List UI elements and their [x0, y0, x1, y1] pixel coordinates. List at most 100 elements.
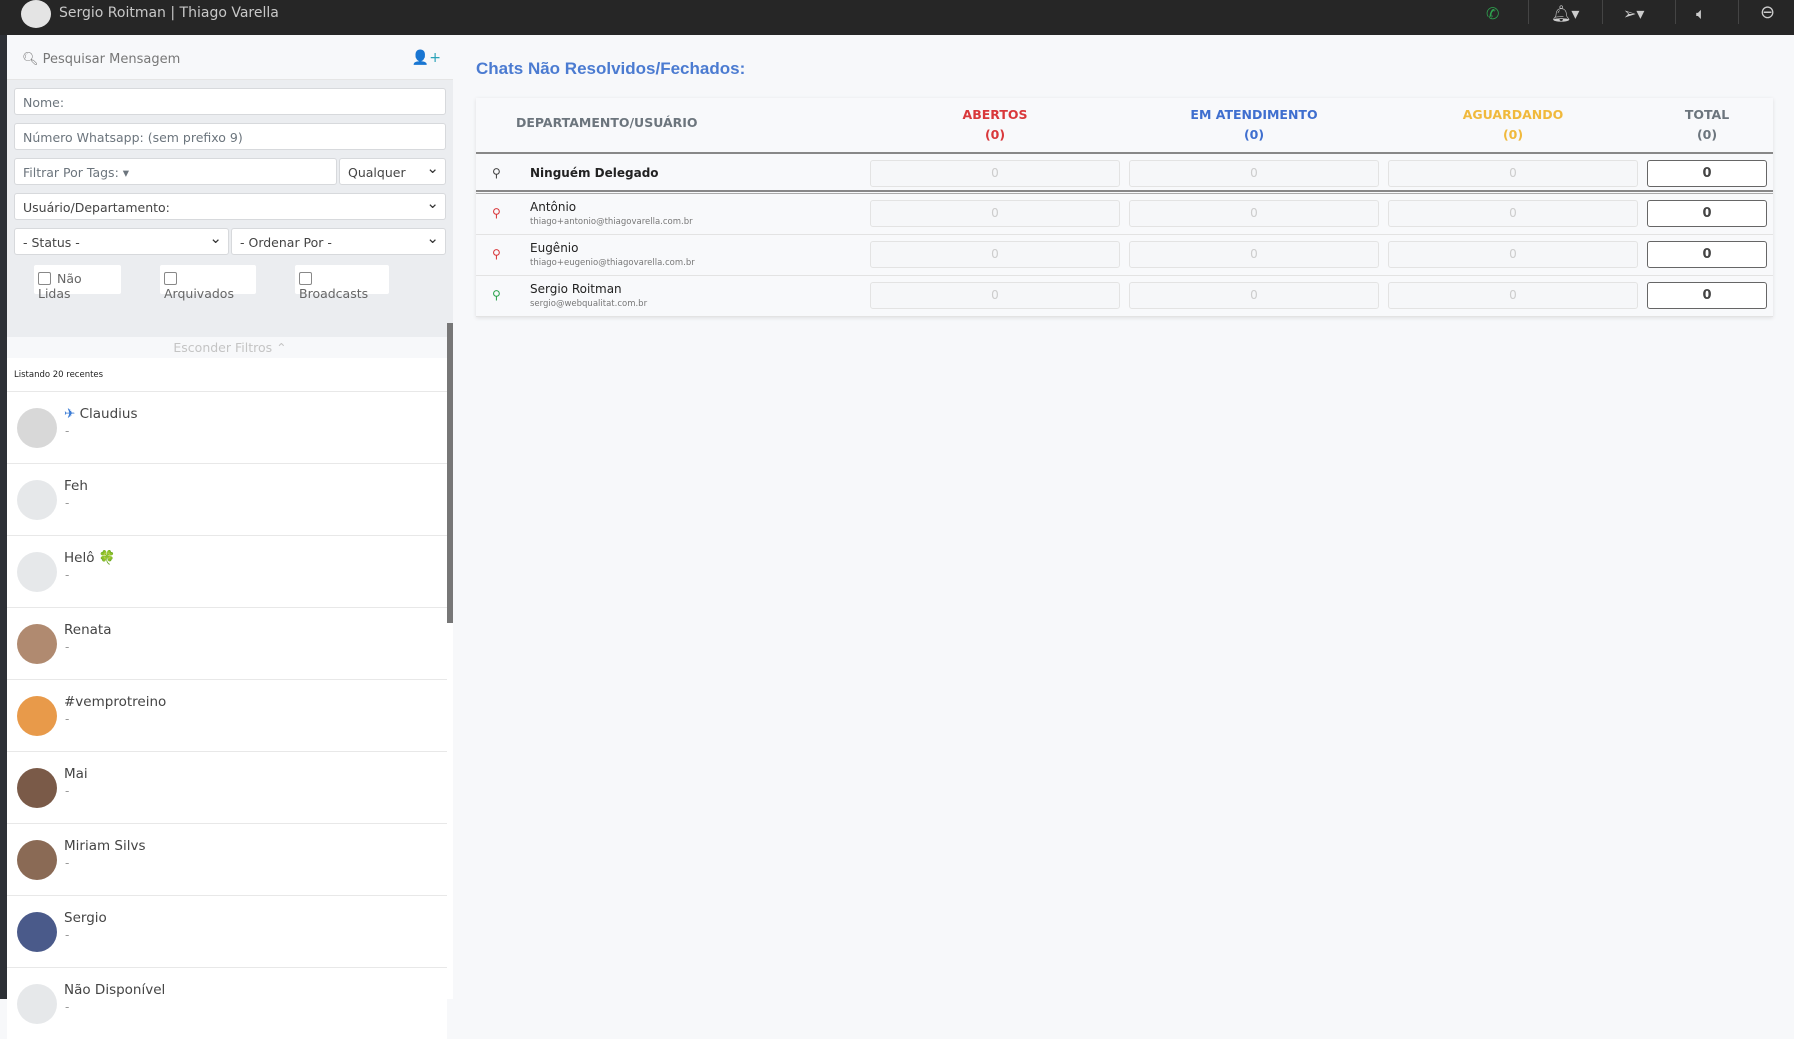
chat-list-item[interactable]: Mai -: [7, 751, 447, 823]
serving-count: 0: [1129, 160, 1379, 187]
contact-avatar: [17, 768, 57, 808]
user-unassigned-icon: ⚲: [492, 166, 501, 180]
chevron-up-icon: ⌃: [276, 340, 287, 355]
status-select[interactable]: - Status -: [14, 228, 229, 255]
volume-icon[interactable]: 🔈︎: [1696, 4, 1706, 24]
contact-name-text: Não Disponível: [64, 982, 166, 998]
chat-list-item[interactable]: #vemprotreino -: [7, 679, 447, 751]
scrollbar[interactable]: [447, 323, 453, 623]
contact-name: Mai: [64, 766, 88, 782]
contact-avatar: [17, 912, 57, 952]
contact-name-text: Helô: [64, 550, 95, 566]
waiting-count: 0: [1388, 200, 1638, 227]
open-count: 0: [870, 200, 1120, 227]
account-title: Sergio Roitman | Thiago Varella: [59, 5, 279, 21]
chat-list-item[interactable]: Não Disponível -: [7, 967, 447, 1039]
hide-filters-button[interactable]: Esconder Filtros ⌃: [7, 337, 453, 358]
contact-avatar: [17, 480, 57, 520]
contact-avatar: [17, 984, 57, 1024]
row-name: Eugênio: [530, 241, 579, 255]
last-message: -: [65, 856, 70, 870]
header-waiting-count: (0): [1502, 127, 1524, 142]
divider: [1602, 0, 1603, 24]
contact-name: #vemprotreino: [64, 694, 166, 710]
header-serving-count: (0): [1243, 127, 1265, 142]
total-count: 0: [1647, 282, 1767, 309]
table-row: ⚲ Ninguém Delegado 0 0 0 0: [476, 154, 1773, 195]
waiting-count: 0: [1388, 241, 1638, 268]
user-avatar[interactable]: [21, 0, 51, 28]
search-message[interactable]: 🔍︎ Pesquisar Mensagem: [22, 52, 180, 67]
user-agent-icon: ⚲: [492, 288, 501, 302]
last-message: -: [65, 640, 70, 654]
page-title: Chats Não Resolvidos/Fechados:: [476, 59, 746, 78]
whatsapp-icon[interactable]: ✆: [1486, 4, 1499, 23]
table-row: ⚲ Sergio Roitman sergio@webqualitat.com.…: [476, 276, 1773, 317]
search-row[interactable]: 🔍︎ Pesquisar Mensagem 👤+: [7, 35, 453, 80]
chat-list-item[interactable]: Feh -: [7, 463, 447, 535]
clover-icon: 🍀: [98, 550, 116, 566]
contact-avatar: [17, 840, 57, 880]
contact-name-text: Renata: [64, 622, 112, 638]
contact-name-text: Miriam Silvs: [64, 838, 146, 854]
divider: [1738, 0, 1739, 24]
contact-name-text: Claudius: [79, 406, 138, 422]
hide-filters-label: Esconder Filtros: [173, 340, 273, 355]
search-icon: 🔍︎: [22, 52, 39, 67]
chat-list-item[interactable]: Renata -: [7, 607, 447, 679]
last-message: -: [65, 1000, 70, 1014]
last-message: -: [65, 928, 70, 942]
archived-checkbox[interactable]: Arquivados: [160, 265, 256, 301]
header-open: ABERTOS (0): [870, 98, 1120, 152]
contact-avatar: [17, 696, 57, 736]
order-select[interactable]: - Ordenar Por -: [231, 228, 446, 255]
row-email: sergio@webqualitat.com.br: [530, 299, 648, 309]
header-total-count: (0): [1696, 127, 1718, 142]
tags-filter[interactable]: Filtrar Por Tags: ▾: [14, 158, 337, 185]
header-open-count: (0): [984, 127, 1006, 142]
tags-mode-select[interactable]: Qualquer: [339, 158, 446, 185]
whatsapp-input[interactable]: Número Whatsapp: (sem prefixo 9): [14, 123, 446, 150]
row-name: Ninguém Delegado: [530, 166, 659, 180]
contact-name-text: Feh: [64, 478, 88, 494]
contact-name-text: Sergio: [64, 910, 107, 926]
last-message: -: [65, 712, 70, 726]
chat-list-item[interactable]: Sergio -: [7, 895, 447, 967]
chat-list-item[interactable]: ✈ Claudius -: [7, 391, 447, 463]
user-agent-icon: ⚲: [492, 247, 501, 261]
open-count: 0: [870, 282, 1120, 309]
waiting-count: 0: [1388, 160, 1638, 187]
waiting-count: 0: [1388, 282, 1638, 309]
filters: Nome: Número Whatsapp: (sem prefixo 9) F…: [7, 80, 453, 358]
logout-icon[interactable]: ⊖: [1760, 2, 1775, 23]
broadcasts-checkbox[interactable]: Broadcasts: [295, 265, 389, 301]
add-contact-icon[interactable]: 👤+: [412, 50, 441, 66]
row-name: Antônio: [530, 200, 577, 214]
name-input[interactable]: Nome:: [14, 88, 446, 115]
contact-avatar: [17, 552, 57, 592]
last-message: -: [65, 784, 70, 798]
bell-icon[interactable]: 🔔︎▾: [1551, 4, 1579, 23]
row-email: thiago+antonio@thiagovarella.com.br: [530, 217, 693, 227]
divider: [1675, 0, 1676, 24]
serving-count: 0: [1129, 282, 1379, 309]
header-serving: EM ATENDIMENTO (0): [1129, 98, 1379, 152]
chat-list-item[interactable]: Helô 🍀 -: [7, 535, 447, 607]
open-count: 0: [870, 241, 1120, 268]
unresolved-chats-table: DEPARTAMENTO/USUÁRIO ABERTOS (0) EM ATEND…: [476, 98, 1773, 317]
header-open-label: ABERTOS: [962, 107, 1028, 122]
contact-name: Não Disponível: [64, 982, 165, 998]
airplane-icon: ✈: [64, 406, 76, 422]
contact-avatar: [17, 624, 57, 664]
contact-name-text: Mai: [64, 766, 88, 782]
send-icon[interactable]: ➢▾: [1623, 4, 1644, 23]
unread-checkbox[interactable]: Não Lidas: [34, 265, 121, 301]
tags-label: Filtrar Por Tags:: [23, 165, 119, 180]
chat-list-item[interactable]: Miriam Silvs -: [7, 823, 447, 895]
header-serving-label: EM ATENDIMENTO: [1190, 107, 1318, 122]
contact-name-text: #vemprotreino: [64, 694, 167, 710]
contact-name: Renata: [64, 622, 111, 638]
contact-avatar: [17, 408, 57, 448]
listing-count: Listando 20 recentes: [14, 370, 104, 380]
user-department-select[interactable]: Usuário/Departamento:: [14, 193, 446, 220]
